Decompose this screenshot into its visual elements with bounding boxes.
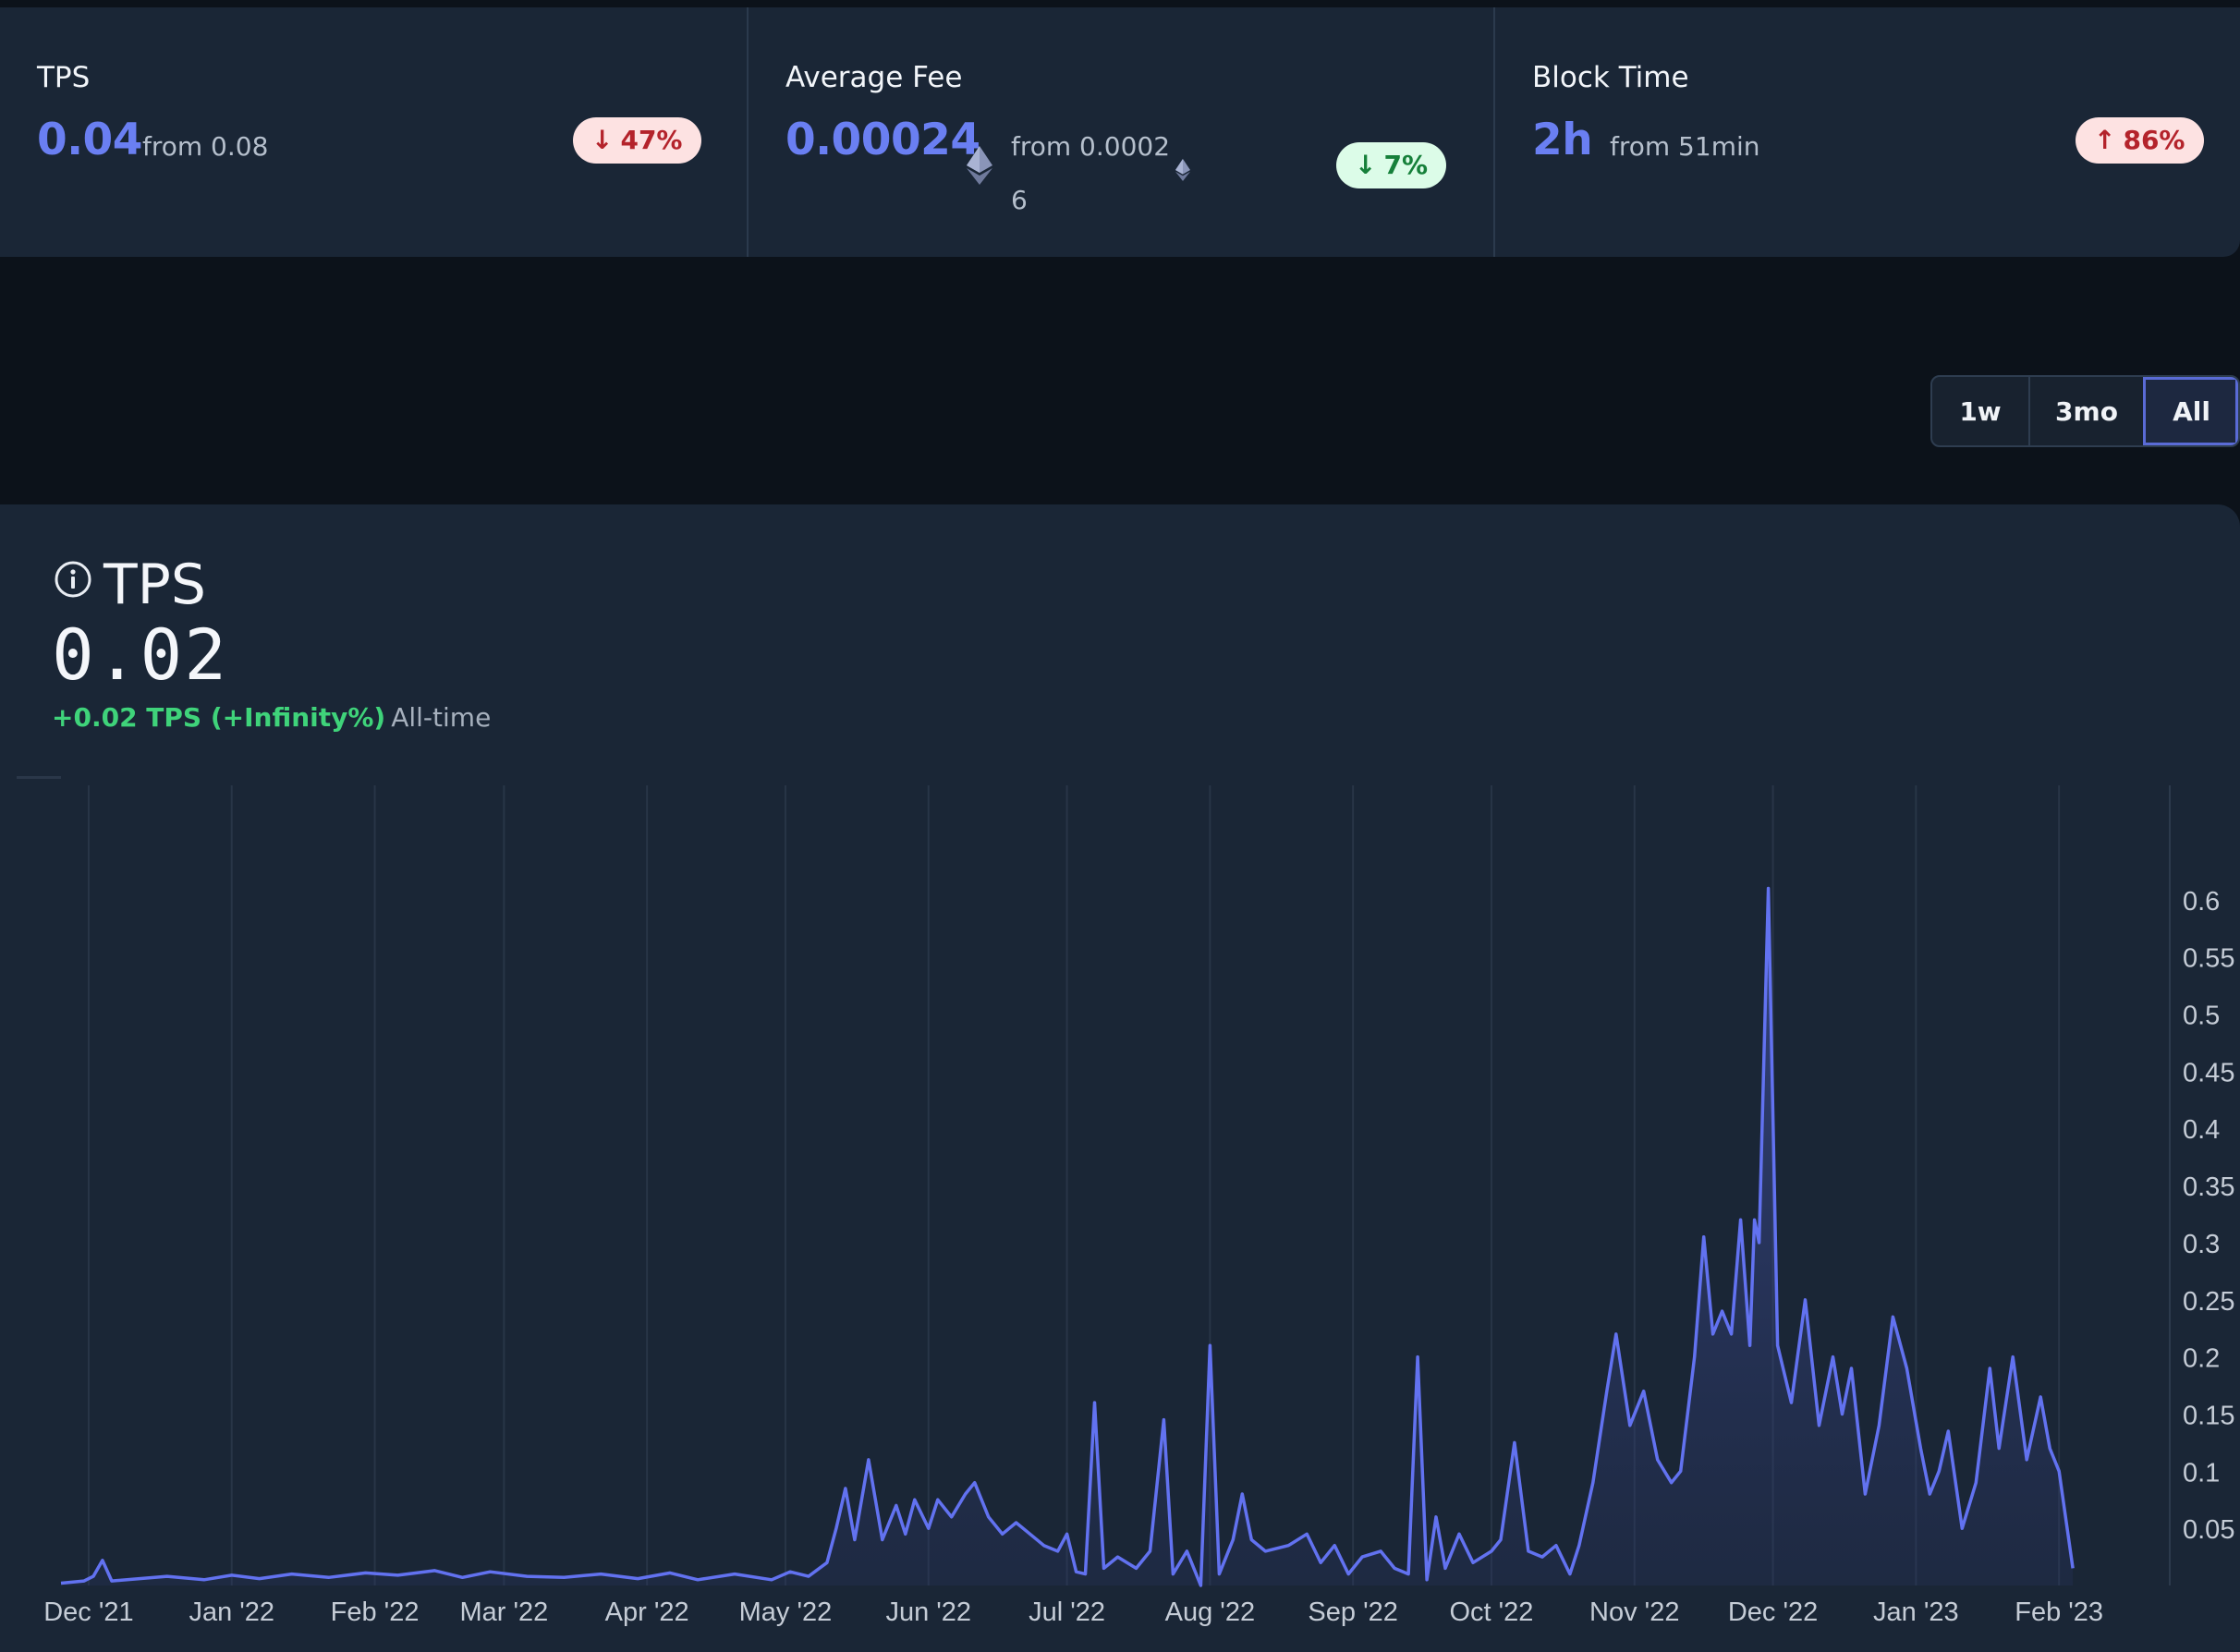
x-tick-label: Sep '22 [1308,1597,1397,1627]
x-tick-label: Jun '22 [885,1597,971,1627]
range-1w-button[interactable]: 1w [1932,377,2028,445]
delta-value: +0.02 TPS (+Infinity%) [52,702,386,733]
x-tick-label: Feb '22 [331,1597,420,1627]
change-badge: ↓ 47% [573,117,701,164]
y-tick-label: 0.55 [2183,944,2234,974]
y-tick-label: 0.25 [2183,1287,2234,1317]
range-all-button[interactable]: All [2143,377,2238,445]
y-tick-label: 0.05 [2183,1515,2234,1545]
y-tick-label: 0.3 [2183,1230,2220,1259]
stat-card-tps: TPS 0.04 from 0.08 ↓ 47% [0,7,747,257]
y-tick-label: 0.15 [2183,1401,2234,1430]
card-delta: +0.02 TPS (+Infinity%) All-time [52,702,491,733]
x-tick-label: Dec '21 [43,1597,133,1627]
x-axis: Dec '21 Jan '22 Feb '22 Mar '22 Apr '22 May '… [43,1597,2103,1627]
y-tick-label: 0.1 [2183,1458,2220,1488]
x-tick-label: Dec '22 [1728,1597,1818,1627]
y-tick-label: 0.4 [2183,1115,2220,1145]
badge-label: 86% [2123,125,2185,155]
x-tick-label: Mar '22 [459,1597,548,1627]
x-tick-label: Feb '23 [2015,1597,2103,1627]
stat-from: from 0.0002 [1011,131,1171,162]
x-tick-label: Aug '22 [1165,1597,1255,1627]
y-tick-label: 0.2 [2183,1344,2220,1374]
stat-from: from 51min [1610,131,1760,162]
stat-card-average-fee: Average Fee 0.00024 from 0.0002 6 ↓ 7% [747,7,1493,257]
x-tick-label: Nov '22 [1589,1597,1679,1627]
stat-value: 2h [1532,115,1593,165]
delta-period: All-time [391,702,492,733]
arrow-down-icon: ↓ [591,125,614,155]
ethereum-icon [967,146,992,185]
stat-from: from 0.08 [142,131,269,162]
stats-panel: TPS 0.04 from 0.08 ↓ 47% Average Fee 0.00… [0,7,2240,257]
x-tick-label: May '22 [739,1597,833,1627]
x-tick-label: Jan '22 [189,1597,274,1627]
y-tick-label: 0.45 [2183,1058,2234,1087]
card-value: 0.02 [52,613,229,696]
ethereum-icon [1175,159,1190,181]
arrow-down-icon: ↓ [1355,150,1377,180]
y-tick-label: 0.35 [2183,1172,2234,1202]
x-tick-label: Oct '22 [1449,1597,1533,1627]
badge-label: 7% [1383,150,1429,180]
stat-label: Average Fee [785,61,963,94]
stat-label: TPS [37,61,91,94]
time-range-selector: 1w 3mo All [1930,375,2240,447]
stat-value: 0.00024 [785,115,980,165]
tps-area-chart: Dec '21 Jan '22 Feb '22 Mar '22 Apr '22 May '… [43,785,2234,1627]
x-tick-label: Jul '22 [1029,1597,1105,1627]
x-tick-label: Apr '22 [605,1597,689,1627]
arrow-up-icon: ↑ [2094,125,2116,155]
y-axis: 0.05 0.1 0.15 0.2 0.25 0.3 0.35 0.4 0.45 0.5 0.55 0… [2183,887,2234,1545]
range-3mo-button[interactable]: 3mo [2028,377,2143,445]
badge-label: 47% [620,125,683,155]
stat-from-continued: 6 [1011,185,1028,215]
stat-value: 0.04 [37,115,142,165]
x-tick-label: Jan '23 [1873,1597,1959,1627]
change-badge: ↑ 86% [2076,117,2204,164]
divider [17,776,61,779]
card-title: TPS [103,553,206,617]
stat-card-block-time: Block Time 2h from 51min ↑ 86% [1493,7,2240,257]
info-icon[interactable] [54,560,92,599]
y-tick-label: 0.6 [2183,887,2220,917]
y-tick-label: 0.5 [2183,1002,2220,1031]
change-badge: ↓ 7% [1336,142,1447,188]
stat-label: Block Time [1532,61,1689,94]
